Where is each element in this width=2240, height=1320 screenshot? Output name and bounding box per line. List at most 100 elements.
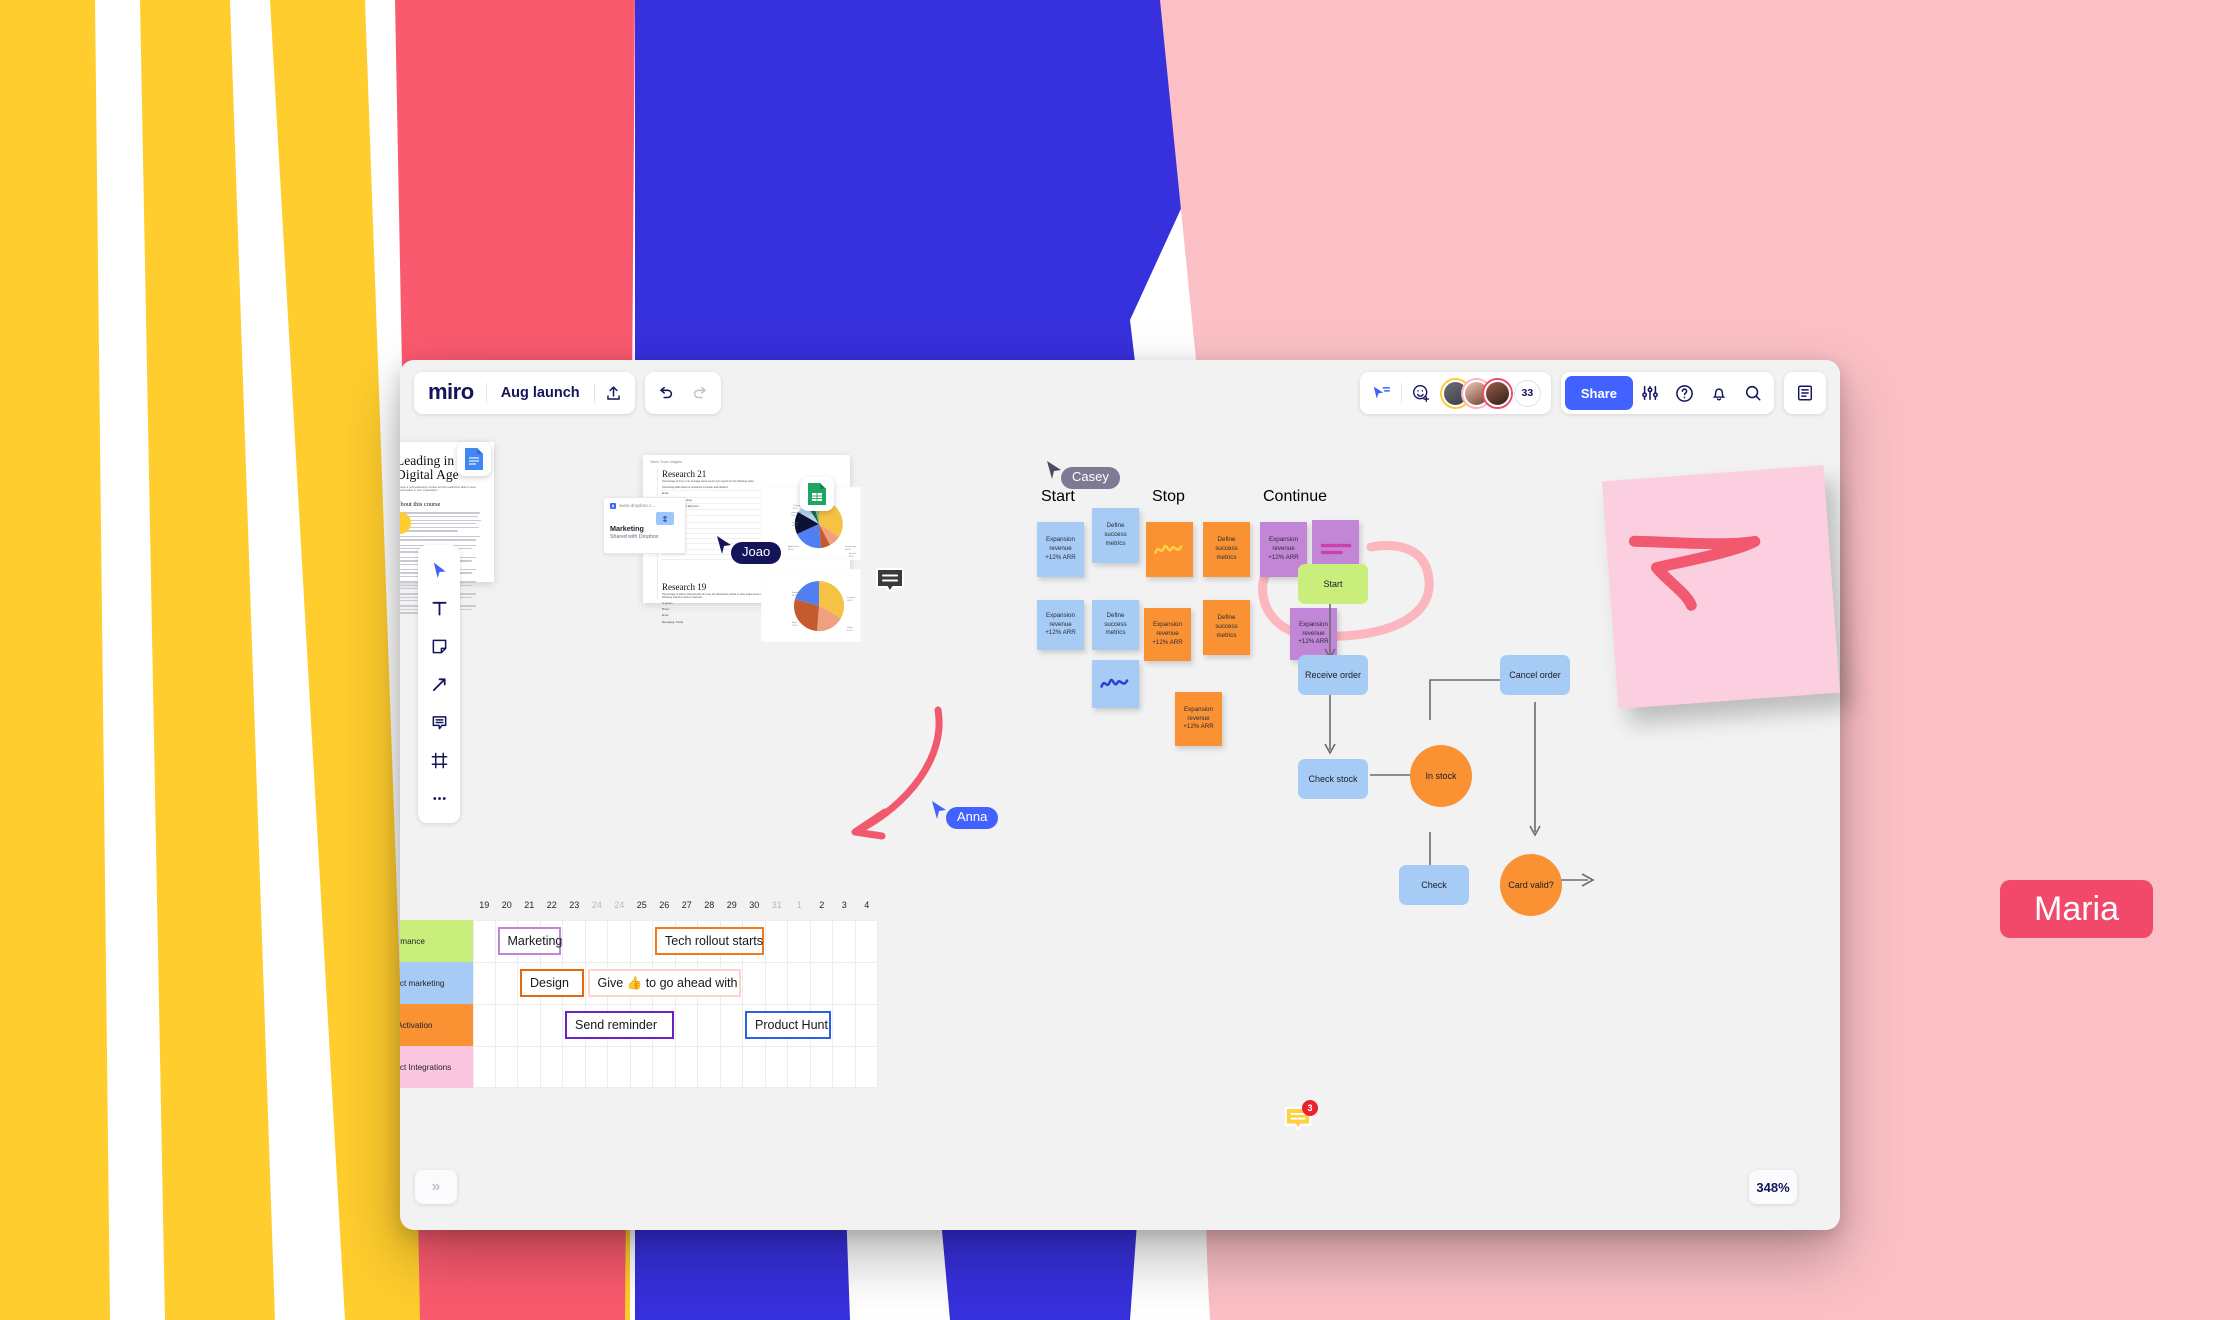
cursor-name-joao: Joao [731, 542, 782, 564]
miro-logo[interactable]: miro [418, 379, 484, 408]
sticky-note-stop-5[interactable]: Expansion revenue +12% ARR [1175, 692, 1222, 746]
comment-icon [876, 568, 904, 593]
google-sheets-icon [800, 477, 834, 511]
sticky-note-stop-2[interactable]: Define success metrics [1203, 522, 1250, 577]
share-button[interactable]: Share [1564, 376, 1633, 410]
svg-text:28.0%: 28.0% [788, 549, 794, 551]
zoom-level-indicator[interactable]: 348% [1749, 1170, 1797, 1204]
timeline-task-bar[interactable]: Design [520, 969, 584, 997]
pen-tool[interactable] [422, 667, 456, 701]
collaborator-count[interactable]: 33 [1513, 379, 1541, 407]
flowchart-node-in-stock[interactable]: In stock [1410, 745, 1472, 807]
flowchart-node-cancel-order[interactable]: Cancel order [1500, 655, 1570, 695]
help-icon[interactable] [1667, 376, 1702, 410]
sheet-row-label: In person [662, 601, 673, 605]
sticky-note-tool[interactable] [422, 629, 456, 663]
floating-sticky-note[interactable] [1601, 465, 1841, 709]
timeline-tick: 22 [546, 900, 557, 910]
notifications-bell-icon[interactable] [1702, 376, 1736, 410]
upload-icon[interactable] [597, 376, 631, 410]
dropbox-link-card[interactable]: www.dropbox.c... Marketing Shared with D… [603, 497, 686, 554]
dropbox-title: Marketing [610, 524, 644, 533]
sheet-row-label: Email [662, 492, 669, 496]
add-reaction-icon[interactable] [1404, 376, 1439, 410]
timeline-task-bar[interactable]: Tech rollout starts [655, 927, 764, 955]
svg-text:Training: Training [793, 505, 800, 507]
search-icon[interactable] [1736, 376, 1770, 410]
timeline-task-bar[interactable]: Product Hunt [745, 1011, 831, 1039]
doc-text-line [400, 526, 479, 529]
sticky-note-icon [432, 639, 446, 653]
sticky-note-start-4[interactable]: Define success metrics [1092, 600, 1139, 650]
svg-text:Phone: Phone [847, 627, 854, 629]
canvas-comment-yellow[interactable]: 3 [1283, 1100, 1318, 1140]
timeline-tick: 24 [614, 900, 625, 910]
sticky-note-stop-3[interactable]: Expansion revenue +12% ARR [1144, 608, 1191, 661]
timeline-tick: 2 [819, 900, 825, 910]
timeline-task-bar[interactable]: Give 👍 to go ahead with [587, 969, 741, 997]
sheet-row-label: Email [662, 614, 669, 618]
sheet-row-label: Phone [662, 608, 670, 612]
dropbox-folder-icon [656, 512, 674, 525]
svg-text:Admin tasks: Admin tasks [788, 545, 799, 548]
panel-group [1784, 372, 1826, 414]
sheet-row [662, 652, 823, 657]
sticky-note-stop-4[interactable]: Define success metrics [1203, 600, 1250, 655]
avatar[interactable] [1483, 379, 1511, 407]
sticky-note-stop-drawing[interactable] [1146, 522, 1193, 577]
left-toolbar [418, 545, 460, 823]
redo-icon[interactable] [683, 376, 717, 410]
cursor-name-anna: Anna [946, 807, 999, 829]
text-tool[interactable] [422, 591, 456, 625]
divider [1400, 383, 1402, 403]
timeline-tick: 21 [524, 900, 535, 910]
doc-text-line [400, 535, 480, 538]
cursor-name-alix: Alix [400, 512, 411, 534]
sticky-note-start-2[interactable]: Define success metrics [1092, 508, 1139, 563]
flowchart-node-check-stock[interactable]: Check stock [1298, 759, 1368, 799]
timeline-date-ticks: 19 20 21 22 23 24 24 25 26 27 28 29 30 31 1 2 3 4 [473, 900, 878, 918]
doc-text-line [400, 519, 481, 521]
sticky-note-start-1[interactable]: Expansion revenue +12% ARR [1037, 522, 1084, 577]
sheet-pie-chart-2: Something32.0% In person58.0% Phone45.0%… [761, 569, 861, 642]
select-tool[interactable] [422, 553, 456, 587]
flowchart-node-receive-order[interactable]: Receive order [1298, 655, 1368, 695]
cursor-chat-icon[interactable] [1364, 376, 1399, 410]
flowchart-node-start[interactable]: Start [1298, 564, 1368, 604]
divider [593, 383, 595, 403]
sticky-note-start-3[interactable]: Expansion revenue +12% ARR [1037, 600, 1084, 650]
svg-text:In person: In person [847, 597, 855, 599]
frame-tool[interactable] [422, 743, 456, 777]
flowchart-node-check[interactable]: Check [1399, 865, 1469, 905]
board-name[interactable]: Aug launch [489, 385, 592, 401]
avatar-stack[interactable]: 33 [1439, 379, 1547, 407]
timeline-task-bar[interactable]: Send reminder [565, 1011, 674, 1039]
timeline-task-bars: Marketing Tech rollout starts Design Give 👍… [400, 920, 878, 1090]
more-tools[interactable] [422, 781, 456, 815]
doc-text-line [400, 515, 478, 518]
comment-tool[interactable] [422, 705, 456, 739]
canvas-comment-dark[interactable] [874, 566, 906, 603]
svg-text:3.0%: 3.0% [793, 508, 798, 510]
flowchart-node-card-valid[interactable]: Card valid? [1500, 854, 1562, 916]
google-docs-icon [457, 442, 491, 476]
top-toolbar: miro Aug launch 33 Share [400, 360, 1840, 426]
timeline-tick: 4 [864, 900, 870, 910]
cursor-name-casey: Casey [1061, 467, 1120, 489]
settings-sliders-icon[interactable] [1633, 376, 1667, 410]
timeline-tick: 27 [681, 900, 692, 910]
cursor-name-maria: Maria [2000, 880, 2154, 938]
undo-icon[interactable] [649, 376, 683, 410]
sheet-row-label: Messaging / Social [662, 620, 683, 624]
svg-text:9.0%: 9.0% [849, 556, 854, 558]
divider [485, 383, 487, 403]
sticky-note-start-drawing[interactable] [1092, 660, 1139, 708]
svg-text:Something: Something [792, 591, 802, 594]
comment-icon [432, 715, 446, 729]
timeline-tick: 26 [659, 900, 670, 910]
timeline-task-bar[interactable]: Marketing [497, 927, 562, 955]
timeline-tick: 19 [479, 900, 490, 910]
panel-toggle-icon[interactable] [1788, 376, 1822, 410]
expand-panel-button[interactable]: » [415, 1170, 457, 1204]
scribble-icon [1099, 678, 1128, 688]
